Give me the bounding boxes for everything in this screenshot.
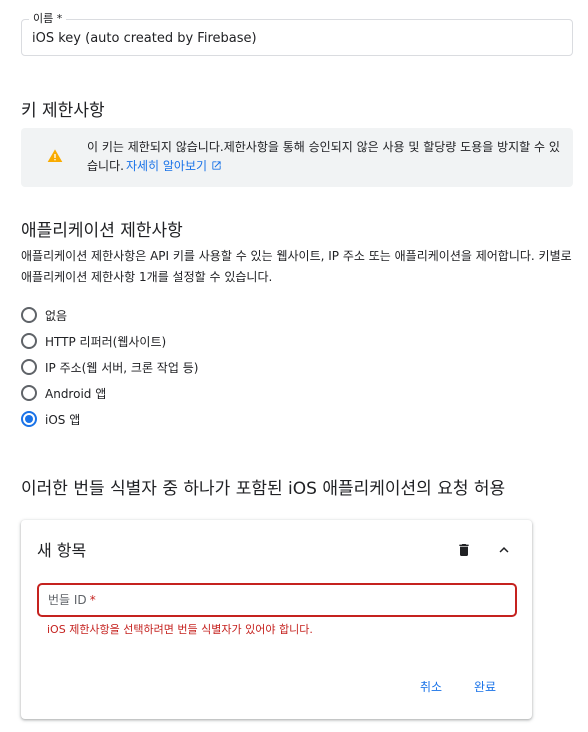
- new-item-card: 새 항목 번들 ID * iOS 제한사항을 선택하려면 번들 식별자가 있어야 …: [21, 520, 532, 719]
- card-title: 새 항목: [37, 541, 87, 560]
- radio-button-selected[interactable]: [21, 411, 37, 427]
- unrestricted-warning-banner: 이 키는 제한되지 않습니다.제한사항을 통해 승인되지 않은 사용 및 할당량…: [21, 128, 573, 187]
- radio-label: Android 앱: [45, 386, 107, 401]
- radio-button[interactable]: [21, 333, 37, 349]
- radio-option-android[interactable]: Android 앱: [21, 384, 106, 402]
- radio-label: 없음: [45, 308, 68, 323]
- radio-option-ip-address[interactable]: IP 주소(웹 서버, 크론 작업 등): [21, 358, 198, 376]
- radio-option-http-referrer[interactable]: HTTP 리퍼러(웹사이트): [21, 332, 166, 350]
- radio-label: iOS 앱: [45, 412, 81, 427]
- bundle-id-input[interactable]: [39, 585, 515, 615]
- cancel-button[interactable]: 취소: [420, 678, 442, 695]
- radio-option-none[interactable]: 없음: [21, 306, 67, 324]
- warning-icon: [47, 149, 63, 162]
- bundle-id-field[interactable]: 번들 ID *: [37, 583, 517, 617]
- external-link-icon: [212, 161, 221, 170]
- name-field[interactable]: 이름 * iOS key (auto created by Firebase): [21, 12, 573, 57]
- radio-button[interactable]: [21, 359, 37, 375]
- radio-option-ios[interactable]: iOS 앱: [21, 410, 80, 428]
- radio-button[interactable]: [21, 307, 37, 323]
- delete-icon[interactable]: [456, 541, 472, 559]
- app-restrictions-description: 애플리케이션 제한사항은 API 키를 사용할 수 있는 웹사이트, IP 주소…: [21, 249, 572, 284]
- collapse-chevron-icon[interactable]: [495, 541, 513, 559]
- radio-label: HTTP 리퍼러(웹사이트): [45, 334, 167, 349]
- bundle-id-error: iOS 제한사항을 선택하려면 번들 식별자가 있어야 합니다.: [47, 623, 313, 636]
- done-button[interactable]: 완료: [474, 678, 496, 695]
- radio-label: IP 주소(웹 서버, 크론 작업 등): [45, 360, 199, 375]
- learn-more-link[interactable]: 자세히 알아보기: [126, 159, 222, 173]
- name-field-value[interactable]: iOS key (auto created by Firebase): [32, 20, 257, 57]
- learn-more-label[interactable]: 자세히 알아보기: [126, 159, 207, 173]
- radio-button[interactable]: [21, 385, 37, 401]
- app-restrictions-title: 애플리케이션 제한사항: [21, 221, 183, 241]
- warning-text-block: 이 키는 제한되지 않습니다.제한사항을 통해 승인되지 않은 사용 및 할당량…: [87, 138, 565, 176]
- bundle-section-title: 이러한 번들 식별자 중 하나가 포함된 iOS 애플리케이션의 요청 허용: [21, 479, 506, 499]
- key-restrictions-title: 키 제한사항: [21, 101, 105, 121]
